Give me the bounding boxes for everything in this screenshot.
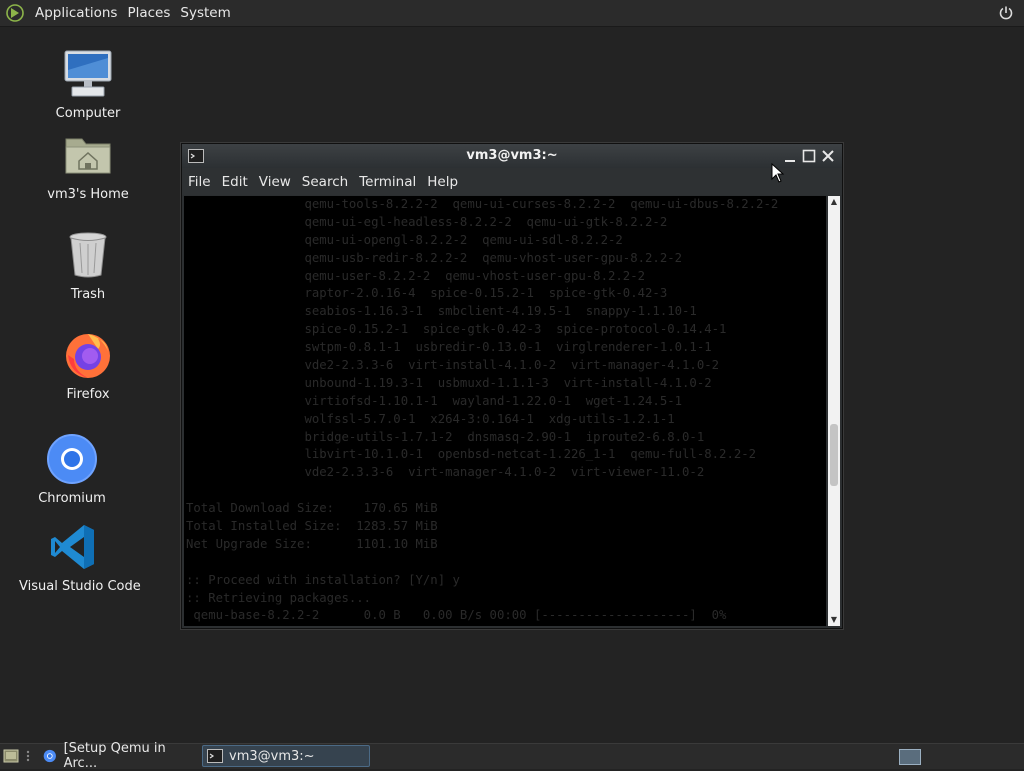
home-folder-icon	[65, 138, 111, 174]
window-title: vm3@vm3:~	[466, 148, 558, 163]
desktop-icon-label: Chromium	[38, 491, 106, 506]
desktop-icon-computer[interactable]: Computer	[33, 48, 143, 121]
terminal-line: unbound-1.19.3-1 usbmuxd-1.1.1-3 virt-in…	[186, 375, 712, 390]
places-menu[interactable]: Places	[122, 5, 175, 21]
terminal-line: Net Upgrade Size: 1101.10 MiB	[186, 536, 438, 551]
terminal-line: qemu-user-8.2.2-2 qemu-vhost-user-gpu-8.…	[186, 268, 646, 283]
terminal-line: spice-0.15.2-1 spice-gtk-0.42-3 spice-pr…	[186, 322, 727, 337]
terminal-line: qemu-base-8.2.2-2 0.0 B 0.00 B/s 00:00 […	[186, 608, 727, 623]
workspace-switcher[interactable]	[899, 749, 921, 765]
terminal-line: :: Proceed with installation? [Y/n] y	[186, 572, 460, 587]
terminal-output[interactable]: qemu-tools-8.2.2-2 qemu-ui-curses-8.2.2-…	[184, 196, 826, 626]
terminal-line: wolfssl-5.7.0-1 x264-3:0.164-1 xdg-utils…	[186, 411, 675, 426]
top-panel: Applications Places System	[0, 0, 1024, 27]
taskbar-item-terminal[interactable]: vm3@vm3:~	[202, 745, 370, 767]
terminal-line: qemu-ui-opengl-8.2.2-2 qemu-ui-sdl-8.2.2…	[186, 232, 623, 247]
minimize-button[interactable]	[782, 148, 798, 164]
terminal-line: seabios-1.16.3-1 smbclient-4.19.5-1 snap…	[186, 304, 697, 319]
terminal-line: qemu-ui-egl-headless-8.2.2-2 qemu-ui-gtk…	[186, 214, 668, 229]
window-titlebar[interactable]: vm3@vm3:~	[182, 144, 842, 168]
terminal-line: vde2-2.3.3-6 virt-install-4.1.0-2 virt-m…	[186, 358, 720, 373]
terminal-line: Total Installed Size: 1283.57 MiB	[186, 519, 438, 534]
chromium-icon	[47, 434, 97, 484]
vertical-scrollbar[interactable]: ▲ ▼	[828, 196, 840, 626]
terminal-line: virtiofsd-1.10.1-1 wayland-1.22.0-1 wget…	[186, 393, 683, 408]
scrollbar-thumb[interactable]	[830, 424, 838, 486]
firefox-icon	[66, 334, 110, 378]
desktop-icon-label: vm3's Home	[47, 187, 129, 202]
distro-logo-icon[interactable]	[6, 4, 24, 22]
terminal-line: :: Retrieving packages...	[186, 590, 372, 605]
computer-icon	[64, 50, 112, 97]
desktop-icon-label: Firefox	[66, 387, 110, 402]
menu-view[interactable]: View	[253, 174, 296, 190]
terminal-line: bridge-utils-1.7.1-2 dnsmasq-2.90-1 ipro…	[186, 429, 705, 444]
taskbar-item-setup-qemu[interactable]: [Setup Qemu in Arc...	[38, 741, 200, 771]
taskbar-item-label: vm3@vm3:~	[229, 748, 315, 764]
terminal-line: libvirt-10.1.0-1 openbsd-netcat-1.226_1-…	[186, 447, 757, 462]
terminal-menubar: File Edit View Search Terminal Help	[182, 168, 842, 195]
menu-search[interactable]: Search	[296, 174, 353, 190]
menu-help[interactable]: Help	[421, 174, 463, 190]
terminal-line: Total Download Size: 170.65 MiB	[186, 501, 438, 516]
desktop-icon-label: Trash	[70, 287, 106, 302]
terminal-line: raptor-2.0.16-4 spice-0.15.2-1 spice-gtk…	[186, 286, 668, 301]
vscode-icon	[51, 525, 94, 569]
desktop-icon-label: Computer	[55, 106, 121, 121]
scroll-down-arrow-icon[interactable]: ▼	[828, 614, 840, 626]
power-icon[interactable]	[998, 5, 1014, 21]
terminal-app-icon	[207, 749, 223, 763]
applications-menu[interactable]: Applications	[30, 5, 122, 21]
trash-icon	[69, 232, 107, 278]
bottom-panel: [Setup Qemu in Arc... vm3@vm3:~	[0, 741, 1024, 771]
desktop-icon-trash[interactable]: Trash	[33, 229, 143, 302]
scroll-up-arrow-icon[interactable]: ▲	[828, 196, 840, 208]
desktop-icon-vscode[interactable]: Visual Studio Code	[19, 521, 141, 594]
terminal-line: qemu-usb-redir-8.2.2-2 qemu-vhost-user-g…	[186, 250, 683, 265]
menu-file[interactable]: File	[182, 174, 216, 190]
close-button[interactable]	[820, 148, 836, 164]
maximize-button[interactable]	[801, 148, 817, 164]
terminal-window[interactable]: vm3@vm3:~ File Edit View Search Terminal…	[181, 143, 843, 629]
menu-edit[interactable]: Edit	[216, 174, 253, 190]
desktop-icon-home[interactable]: vm3's Home	[33, 129, 143, 202]
desktop-icon-firefox[interactable]: Firefox	[33, 329, 143, 402]
mouse-pointer-icon	[771, 163, 785, 183]
desktop-icon-label: Visual Studio Code	[19, 579, 141, 594]
chromium-icon	[43, 749, 56, 763]
desktop-icon-chromium[interactable]: Chromium	[17, 433, 127, 506]
terminal-line: vde2-2.3.3-6 virt-manager-4.1.0-2 virt-v…	[186, 465, 705, 480]
menu-terminal[interactable]: Terminal	[353, 174, 421, 190]
taskbar-item-label: [Setup Qemu in Arc...	[63, 741, 166, 771]
system-menu[interactable]: System	[175, 5, 235, 21]
show-desktop-icon[interactable]	[3, 748, 19, 764]
panel-handle-icon[interactable]	[24, 748, 32, 764]
terminal-line: swtpm-0.8.1-1 usbredir-0.13.0-1 virglren…	[186, 340, 712, 355]
terminal-line: qemu-tools-8.2.2-2 qemu-ui-curses-8.2.2-…	[186, 197, 779, 211]
